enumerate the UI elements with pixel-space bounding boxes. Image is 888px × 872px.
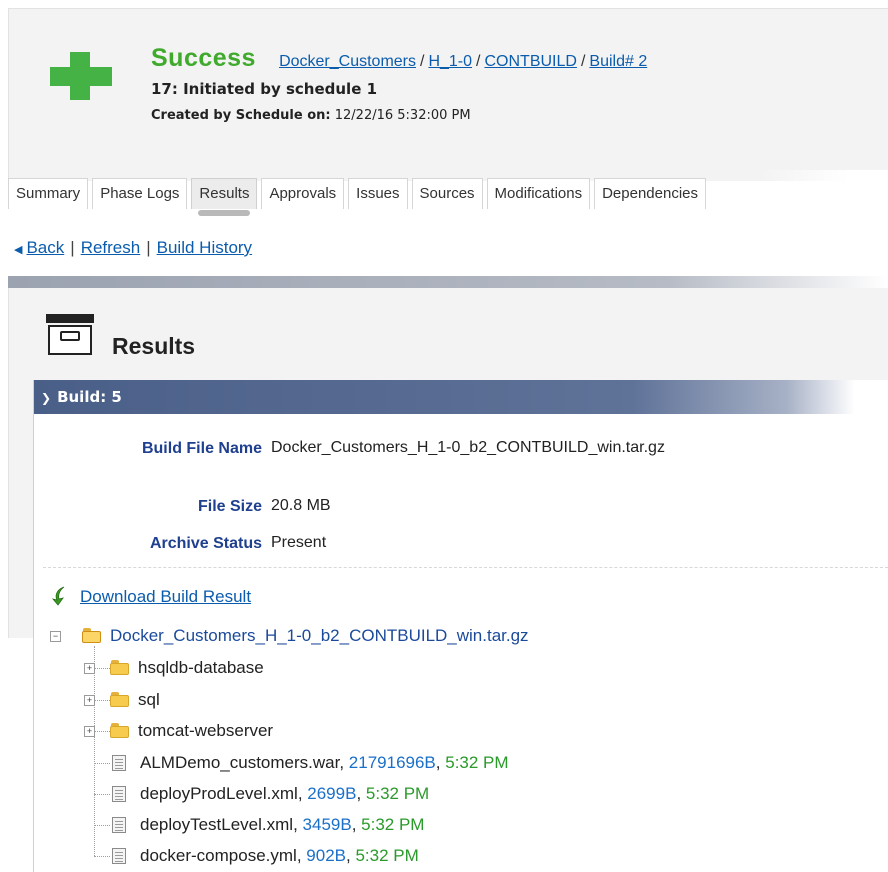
file-time: 5:32 PM: [445, 753, 509, 772]
file-name: deployProdLevel.xml: [140, 784, 298, 803]
file-time: 5:32 PM: [361, 815, 425, 834]
nav-separator: |: [146, 238, 151, 257]
title-line: Success Docker_Customers / H_1-0/CONTBUILD…: [151, 44, 647, 73]
tree-folder-label: tomcat-webserver: [138, 721, 274, 740]
build-section-title: Build: 5: [57, 388, 122, 406]
tab-approvals[interactable]: Approvals: [261, 178, 345, 209]
initiated-text: 17: Initiated by schedule 1: [151, 80, 378, 98]
breadcrumb-separator: /: [476, 53, 481, 70]
breadcrumb: Docker_Customers / H_1-0/CONTBUILD / Build# …: [279, 53, 647, 70]
breadcrumb-project-link[interactable]: Docker_Customers: [279, 53, 416, 70]
folder-open-icon: [82, 628, 102, 643]
expand-toggle-icon[interactable]: +: [84, 695, 95, 706]
file-time: 5:32 PM: [365, 784, 430, 803]
breadcrumb-separator: /: [420, 53, 425, 70]
created-info: Created by Schedule on: 12/22/16 5:32:00…: [151, 108, 471, 123]
nav-links: ◀ Back | Refresh | Build History: [14, 238, 252, 258]
file-entry: ALMDemo_customers.war, 21791696B, 5:32 P…: [140, 751, 509, 775]
results-title: Results: [112, 333, 196, 359]
file-separator: ,: [293, 815, 303, 834]
file-entry: deployProdLevel.xml, 2699B, 5:32 PM: [140, 782, 429, 806]
tree-connector: [94, 763, 110, 764]
created-label: Created by Schedule on:: [151, 108, 331, 123]
file-separator: ,: [296, 846, 307, 865]
created-value: 12/22/16 5:32:00 PM: [334, 108, 471, 123]
tab-issues[interactable]: Issues: [348, 178, 408, 209]
file-separator: ,: [351, 815, 362, 834]
file-size: 2699B: [307, 784, 357, 803]
build-file-name-label: Build File Name: [141, 440, 262, 457]
tree-root-row[interactable]: − Docker_Customers_H_1-0_b2_CONTBUILD_wi…: [50, 624, 650, 648]
download-build-result-link[interactable]: Download Build Result: [80, 587, 251, 606]
breadcrumb-workflow-link[interactable]: H_1-0: [428, 53, 472, 70]
tree-file-row[interactable]: ALMDemo_customers.war, 21791696B, 5:32 P…: [112, 751, 712, 775]
folder-icon: [110, 660, 130, 675]
download-row: Download Build Result: [50, 586, 251, 607]
tab-bar: Summary Phase Logs Results Approvals Iss…: [8, 178, 710, 216]
archive-status-value: Present: [271, 534, 327, 551]
file-separator: ,: [339, 753, 349, 772]
expand-toggle-icon[interactable]: +: [84, 663, 95, 674]
back-arrow-icon: ◀: [14, 244, 23, 256]
file-time: 5:32 PM: [355, 846, 419, 865]
tree-folder-row[interactable]: + hsqldb-database: [84, 656, 484, 680]
breadcrumb-build-link[interactable]: Build# 2: [589, 53, 647, 70]
tree-connector: [94, 794, 110, 795]
tree-connector: [94, 825, 110, 826]
download-arrow-icon: [51, 586, 65, 606]
file-icon: [112, 848, 126, 864]
build-status: Success: [151, 44, 256, 72]
tree-file-row[interactable]: deployProdLevel.xml, 2699B, 5:32 PM: [112, 782, 712, 806]
tab-summary[interactable]: Summary: [8, 178, 89, 209]
back-link[interactable]: Back: [26, 238, 64, 257]
file-name: docker-compose.yml: [140, 846, 297, 865]
expand-toggle-icon[interactable]: +: [84, 726, 95, 737]
breadcrumb-separator: /: [580, 53, 586, 70]
file-size-value: 20.8 MB: [271, 497, 331, 514]
chevron-down-icon: ❯: [41, 391, 52, 405]
tab-modifications[interactable]: Modifications: [486, 178, 591, 209]
folder-icon: [110, 723, 130, 738]
file-icon: [112, 755, 126, 771]
nav-separator: |: [70, 238, 75, 257]
tree-folder-label: sql: [138, 690, 160, 709]
tab-dependencies[interactable]: Dependencies: [594, 178, 706, 209]
file-separator: ,: [297, 784, 308, 803]
file-entry: docker-compose.yml, 902B, 5:32 PM: [140, 844, 419, 868]
breadcrumb-buildlife-link[interactable]: CONTBUILD: [484, 53, 576, 70]
build-header-panel: [8, 8, 888, 181]
collapse-toggle-icon[interactable]: −: [50, 631, 61, 642]
properties-divider: [43, 567, 888, 568]
file-icon: [112, 786, 126, 802]
tree-folder-label: hsqldb-database: [138, 658, 264, 677]
tree-root-label: Docker_Customers_H_1-0_b2_CONTBUILD_win.…: [110, 626, 529, 645]
build-section-header[interactable]: ❯ Build: 5: [34, 380, 888, 414]
refresh-link[interactable]: Refresh: [81, 238, 141, 257]
archive-status-label: Archive Status: [149, 535, 262, 552]
file-icon: [112, 817, 126, 833]
tree-file-row[interactable]: deployTestLevel.xml, 3459B, 5:32 PM: [112, 813, 712, 837]
file-separator: ,: [435, 753, 446, 772]
tab-results[interactable]: Results: [191, 178, 258, 216]
tab-phase-logs[interactable]: Phase Logs: [92, 178, 188, 209]
tree-folder-row[interactable]: + tomcat-webserver: [84, 719, 484, 743]
tree-folder-row[interactable]: + sql: [84, 688, 484, 712]
file-separator: ,: [356, 784, 366, 803]
folder-icon: [110, 692, 130, 707]
tree-file-row[interactable]: docker-compose.yml, 902B, 5:32 PM: [112, 844, 712, 868]
tab-sources[interactable]: Sources: [411, 178, 483, 209]
file-name: deployTestLevel.xml: [140, 815, 294, 834]
tree-connector: [94, 856, 110, 857]
build-history-link[interactable]: Build History: [157, 238, 252, 257]
file-size-label: File Size: [197, 498, 262, 515]
file-size: 902B: [306, 846, 346, 865]
file-size: 21791696B: [348, 753, 436, 772]
file-name: ALMDemo_customers.war: [140, 753, 340, 772]
section-divider-bar: [8, 276, 888, 288]
file-entry: deployTestLevel.xml, 3459B, 5:32 PM: [140, 813, 424, 837]
plus-icon: [50, 52, 112, 100]
archive-box-icon: [46, 314, 94, 355]
file-size: 3459B: [302, 815, 352, 834]
build-file-name-value: Docker_Customers_H_1-0_b2_CONTBUILD_win.…: [271, 439, 665, 456]
